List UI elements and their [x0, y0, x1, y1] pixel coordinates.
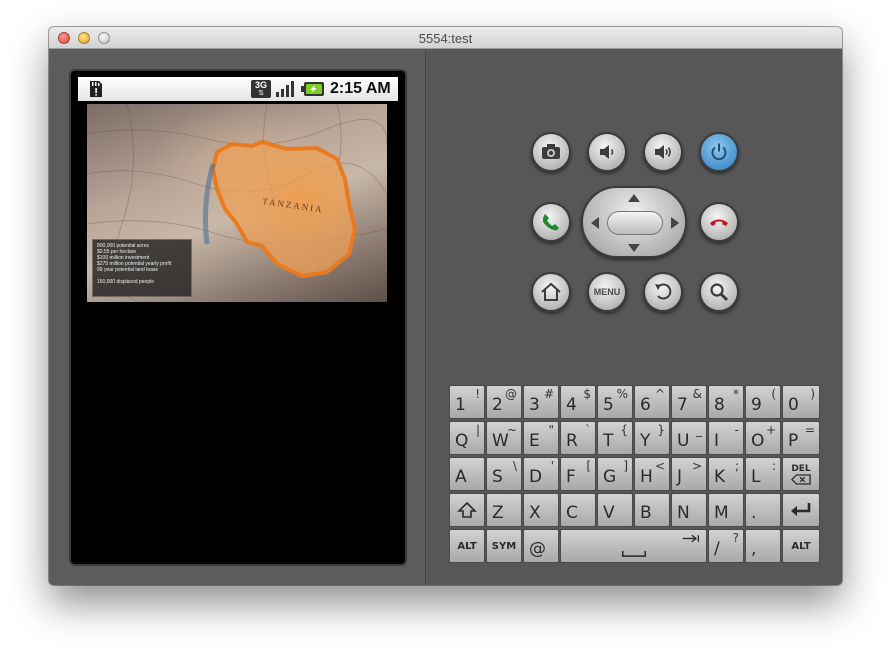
phone-screen[interactable]: 3G ⇅ 2:15 AM TANZANIA 800,000 potential … [71, 71, 405, 564]
key-del[interactable]: DEL [782, 457, 820, 491]
status-bar: 3G ⇅ 2:15 AM [78, 77, 398, 101]
hardware-controls-panel: MENU 1! 2 @ 3 # 4 $ 5% 6 ^ 7 & 8 * 9( 0) Q | W ~… [427, 50, 842, 585]
back-button[interactable] [643, 272, 683, 312]
key-1[interactable]: 1! [449, 385, 485, 419]
signal-strength-icon [276, 81, 294, 97]
key-z[interactable]: Z [486, 493, 522, 527]
key-m[interactable]: M [708, 493, 744, 527]
battery-charging-icon [301, 82, 324, 96]
volume-down-button[interactable] [587, 132, 627, 172]
back-icon [655, 283, 672, 300]
key-k[interactable]: K; [708, 457, 744, 491]
key-q[interactable]: Q | [449, 421, 485, 455]
emulator-window: 5554:test 3G ⇅ 2:15 AM TANZANIA 800,000 … [49, 27, 842, 585]
key-u[interactable]: U _ [671, 421, 707, 455]
dpad-up-icon[interactable] [628, 194, 640, 202]
key-5[interactable]: 5% [597, 385, 633, 419]
key-t[interactable]: T{ [597, 421, 633, 455]
key-l[interactable]: L: [745, 457, 781, 491]
key-p[interactable]: P = [782, 421, 820, 455]
window-title: 5554:test [418, 31, 473, 46]
power-icon [711, 143, 727, 161]
key-b[interactable]: B [634, 493, 670, 527]
key-slash[interactable]: /? [708, 529, 744, 563]
key-n[interactable]: N [671, 493, 707, 527]
shift-icon [457, 501, 477, 518]
caption-line: 160,000 displaced people [97, 279, 154, 285]
key-j[interactable]: J > [671, 457, 707, 491]
key-a[interactable]: A [449, 457, 485, 491]
key-comma[interactable]: , [745, 529, 781, 563]
key-period[interactable]: . [745, 493, 781, 527]
key-0[interactable]: 0) [782, 385, 820, 419]
call-icon [542, 214, 559, 231]
key-d[interactable]: D ' [523, 457, 559, 491]
tanzania-map-image: TANZANIA 800,000 potential acres $0.55 p… [87, 104, 387, 302]
dpad[interactable] [581, 186, 687, 258]
key-r[interactable]: R ` [560, 421, 596, 455]
volume-up-button[interactable] [643, 132, 683, 172]
key-sym[interactable]: SYM [486, 529, 522, 563]
key-f[interactable]: F[ [560, 457, 596, 491]
camera-icon [542, 144, 560, 159]
del-key-label: DEL [791, 463, 811, 474]
key-shift[interactable] [449, 493, 485, 527]
backspace-icon [791, 473, 811, 485]
key-7[interactable]: 7 & [671, 385, 707, 419]
menu-button[interactable]: MENU [587, 272, 627, 312]
key-space[interactable] [560, 529, 707, 563]
volume-up-icon [655, 145, 671, 159]
key-6[interactable]: 6 ^ [634, 385, 670, 419]
menu-button-label: MENU [593, 287, 621, 297]
key-c[interactable]: C [560, 493, 596, 527]
key-3[interactable]: 3 # [523, 385, 559, 419]
call-button[interactable] [531, 202, 571, 242]
device-screen-panel: 3G ⇅ 2:15 AM TANZANIA 800,000 potential … [49, 50, 426, 585]
key-y[interactable]: Y} [634, 421, 670, 455]
dpad-center-button[interactable] [607, 211, 663, 235]
key-enter[interactable] [782, 493, 820, 527]
key-8[interactable]: 8 * [708, 385, 744, 419]
key-alt-left[interactable]: ALT [449, 529, 485, 563]
hardware-keyboard: 1! 2 @ 3 # 4 $ 5% 6 ^ 7 & 8 * 9( 0) Q | W ~ E " R… [449, 385, 822, 565]
dpad-down-icon[interactable] [628, 244, 640, 252]
network-3g-icon: 3G ⇅ [251, 80, 271, 98]
key-o[interactable]: O + [745, 421, 781, 455]
key-x[interactable]: X [523, 493, 559, 527]
power-button[interactable] [699, 132, 739, 172]
key-w[interactable]: W ~ [486, 421, 522, 455]
home-button[interactable] [531, 272, 571, 312]
key-alt-right[interactable]: ALT [782, 529, 820, 563]
dpad-right-icon[interactable] [671, 217, 679, 229]
key-h[interactable]: H < [634, 457, 670, 491]
enter-icon [791, 503, 811, 516]
space-icon [621, 550, 647, 557]
key-g[interactable]: G] [597, 457, 633, 491]
status-clock: 2:15 AM [330, 80, 391, 97]
key-4[interactable]: 4 $ [560, 385, 596, 419]
search-icon [710, 283, 729, 302]
sd-card-icon [90, 81, 102, 97]
dpad-left-icon[interactable] [591, 217, 599, 229]
end-call-button[interactable] [699, 202, 739, 242]
key-9[interactable]: 9( [745, 385, 781, 419]
key-v[interactable]: V [597, 493, 633, 527]
title-bar[interactable]: 5554:test [49, 27, 842, 49]
key-at[interactable]: @ [523, 529, 559, 563]
camera-button[interactable] [531, 132, 571, 172]
end-call-icon [710, 219, 728, 226]
volume-down-icon [600, 145, 614, 159]
key-e[interactable]: E " [523, 421, 559, 455]
key-i[interactable]: I- [708, 421, 744, 455]
tab-icon [682, 534, 700, 543]
search-button[interactable] [699, 272, 739, 312]
map-caption-box: 800,000 potential acres $0.55 per hectar… [92, 239, 192, 297]
key-s[interactable]: S \ [486, 457, 522, 491]
home-icon [541, 282, 561, 301]
key-2[interactable]: 2 @ [486, 385, 522, 419]
